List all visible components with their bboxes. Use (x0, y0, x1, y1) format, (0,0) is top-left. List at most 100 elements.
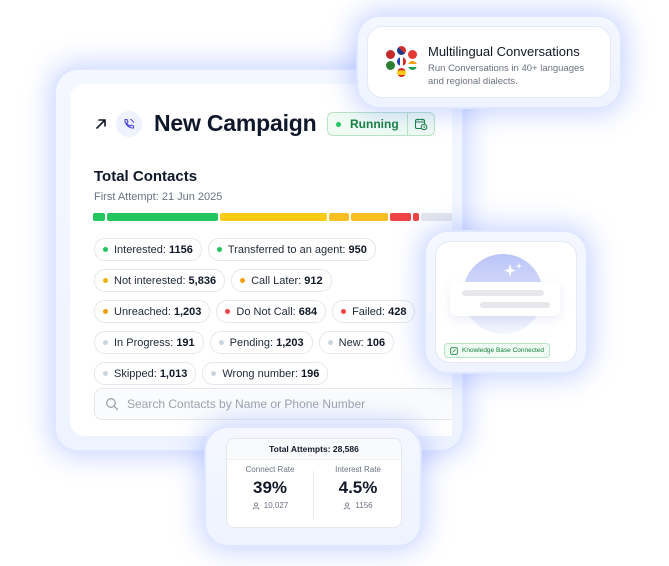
multilingual-description: Run Conversations in 40+ languages and r… (428, 63, 585, 87)
status-dot-icon (218, 340, 224, 345)
total-attempts: Total Attempts: 28,586 (227, 439, 401, 460)
status-label: Running (350, 117, 399, 131)
document-preview (450, 282, 560, 316)
chip-label: Skipped: (114, 367, 157, 380)
status-badge[interactable]: Running (327, 112, 435, 136)
search-input[interactable]: Search Contacts by Name or Phone Number (94, 388, 452, 420)
campaign-header: New Campaign (94, 110, 317, 137)
chip-value: 428 (388, 305, 407, 318)
chip-value: 912 (304, 274, 323, 287)
status-filter-chip[interactable]: Skipped: 1,013 (94, 362, 197, 385)
chip-label: Unreached: (114, 305, 171, 318)
page-title: New Campaign (154, 110, 317, 136)
status-filter-chip[interactable]: Pending: 1,203 (209, 331, 313, 354)
chip-label: Interested: (114, 243, 166, 256)
contacts-progress-bar (93, 213, 452, 221)
connect-count-value: 10,027 (263, 501, 289, 510)
progress-segment (351, 213, 389, 221)
chip-value: 5,836 (188, 274, 217, 287)
search-icon (106, 398, 119, 411)
status-filter-chip[interactable]: Failed: 428 (332, 300, 416, 323)
chip-row: Interested: 1156 Transferred to an agent: 9… (94, 238, 452, 261)
chip-value: 106 (366, 336, 386, 349)
total-contacts-heading: Total Contacts (94, 168, 198, 185)
interest-rate-stat: Interest Rate 4.5% 1156 (315, 465, 401, 510)
chip-value: 1,013 (159, 367, 188, 380)
campaign-card: New Campaign Running Total Contacts Firs… (70, 84, 452, 436)
chip-value: 950 (348, 243, 367, 256)
chip-label: Failed: (352, 305, 386, 318)
status-filter-chip[interactable]: Do Not Call: 684 (216, 300, 327, 323)
progress-segment (107, 213, 219, 221)
status-filter-chip[interactable]: Call Later: 912 (231, 269, 332, 292)
chip-label: Wrong number: (222, 367, 298, 380)
link-icon (450, 346, 458, 355)
language-flags-icon (386, 46, 418, 78)
status-dot-icon (211, 371, 217, 376)
status-running: Running (328, 113, 408, 135)
sparkle-icon (504, 263, 522, 277)
status-dot-icon (103, 309, 108, 314)
status-dot-icon (103, 247, 108, 252)
progress-segment (412, 213, 419, 221)
status-dot-icon (216, 247, 222, 252)
interest-count-value: 1156 (355, 501, 373, 510)
status-dot-icon (341, 309, 347, 314)
interest-rate-label: Interest Rate (335, 465, 381, 474)
status-dot-icon (103, 371, 108, 376)
chip-value: 1156 (168, 243, 193, 256)
chip-row: In Progress: 191 Pending: 1,203 New: 106 (94, 331, 452, 354)
status-filter-chip[interactable]: Not interested: 5,836 (94, 269, 226, 292)
progress-segment (93, 213, 106, 221)
status-filter-chip[interactable]: Interested: 1156 (94, 238, 202, 261)
chip-value: 684 (298, 305, 318, 318)
first-attempt-date: First Attempt: 21 Jun 2025 (94, 191, 223, 203)
status-dot-icon (103, 278, 108, 283)
knowledge-base-card: Knowledge Base Connected (436, 242, 576, 362)
chip-label: Pending: (229, 336, 274, 349)
interest-rate-value: 4.5% (338, 478, 378, 497)
multilingual-card: Multilingual Conversations Run Conversat… (368, 27, 610, 97)
status-filter-chip[interactable]: In Progress: 191 (94, 331, 204, 354)
attempts-card: Total Attempts: 28,586 Connect Rate 39% … (218, 432, 408, 532)
calendar-clock-icon[interactable] (408, 113, 434, 135)
chip-label: New: (338, 336, 364, 349)
knowledge-base-badge-label: Knowledge Base Connected (462, 347, 545, 354)
chip-value: 191 (176, 336, 195, 349)
connect-rate-value: 39% (252, 478, 288, 497)
chip-row: Skipped: 1,013 Wrong number: 196 (94, 362, 452, 385)
user-icon (252, 501, 260, 510)
chip-value: 1,203 (276, 336, 304, 349)
progress-segment (390, 213, 411, 221)
chip-value: 1,203 (173, 305, 202, 318)
arrow-up-right-icon[interactable] (94, 117, 108, 131)
chip-label: Call Later: (251, 274, 302, 287)
contact-status-chips: Interested: 1156 Transferred to an agent: 9… (94, 238, 452, 393)
progress-segment (220, 213, 327, 221)
chip-label: Do Not Call: (236, 305, 296, 318)
status-dot-icon (103, 340, 108, 345)
progress-segment (420, 213, 452, 221)
interest-count: 1156 (315, 501, 401, 510)
search-placeholder: Search Contacts by Name or Phone Number (127, 397, 366, 411)
status-dot-icon (327, 340, 333, 345)
chip-label: In Progress: (114, 336, 174, 349)
connect-rate-label: Connect Rate (245, 465, 295, 474)
status-filter-chip[interactable]: New: 106 (318, 331, 395, 354)
status-dot-icon (225, 309, 231, 314)
status-filter-chip[interactable]: Wrong number: 196 (202, 362, 329, 385)
progress-segment (328, 213, 350, 221)
multilingual-title: Multilingual Conversations (428, 44, 580, 59)
status-dot-icon (240, 278, 246, 283)
connect-count: 10,027 (227, 501, 313, 510)
status-filter-chip[interactable]: Unreached: 1,203 (94, 300, 211, 323)
chip-label: Transferred to an agent: (227, 243, 346, 256)
chip-row: Not interested: 5,836 Call Later: 912 (94, 269, 452, 292)
connect-rate-stat: Connect Rate 39% 10,027 (227, 465, 313, 510)
knowledge-base-badge: Knowledge Base Connected (444, 343, 551, 358)
chip-label: Not interested: (114, 274, 186, 287)
phone-icon (116, 110, 142, 137)
user-icon (343, 501, 351, 510)
chip-value: 196 (300, 367, 320, 380)
status-filter-chip[interactable]: Transferred to an agent: 950 (207, 238, 376, 261)
